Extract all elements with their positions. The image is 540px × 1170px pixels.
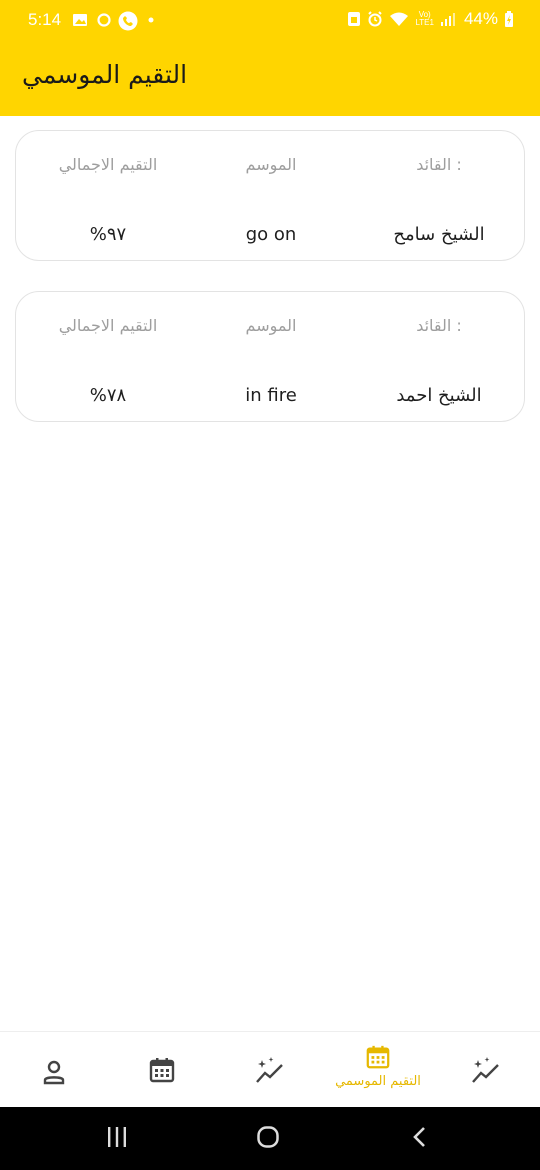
nav-label: التقيم الموسمي [335,1074,421,1089]
sparkles-chart-icon [256,1057,283,1083]
leader-value: الشيخ احمد [396,385,482,406]
evaluation-list: القائد : الموسم التقيم الاجمالي الشيخ سا… [15,130,525,452]
season-value: in fire [245,385,297,406]
nav-item-calendar[interactable] [108,1044,216,1084]
total-value: %٧٨ [89,385,127,406]
season-value: go on [245,224,297,245]
page-title: التقيم الموسمي [22,60,188,89]
sparkles-chart-icon [472,1057,499,1083]
gallery-icon [73,14,87,26]
status-bar: 5:14 Vo) LTE1 44% [0,0,540,44]
sim-icon [348,12,361,26]
back-icon[interactable] [410,1125,430,1149]
leader-value: الشيخ سامح [393,224,485,245]
calendar-icon [149,1058,175,1083]
bottom-navigation: التقيم الموسمي [0,1031,540,1107]
system-navigation-bar [0,1107,540,1170]
nav-item-insights[interactable] [216,1044,324,1086]
battery-charging-icon [505,11,513,27]
leader-label: القائد : [416,316,462,335]
battery-percent: 44% [463,9,498,28]
season-label: الموسم [245,316,297,335]
total-value: %٩٧ [89,224,127,245]
evaluation-card[interactable]: القائد : الموسم التقيم الاجمالي الشيخ اح… [15,291,525,422]
recent-apps-icon[interactable] [106,1125,128,1149]
status-right: Vo) LTE1 44% [347,9,514,29]
profile-icon [43,1060,65,1085]
phone-call-icon [118,11,138,31]
wifi-icon [390,12,409,26]
evaluation-card[interactable]: القائد : الموسم التقيم الاجمالي الشيخ سا… [15,130,525,261]
home-icon[interactable] [256,1125,280,1149]
season-label: الموسم [245,155,297,174]
nav-item-seasonal-evaluation[interactable]: التقيم الموسمي [324,1044,432,1089]
status-time: 5:14 [28,10,62,29]
signal-icon [440,13,455,26]
total-label: التقيم الاجمالي [58,316,158,335]
leader-label: القائد : [416,155,462,174]
app-header: 5:14 Vo) LTE1 44% التقيم الموسمي [0,0,540,116]
notification-dot-icon [148,17,154,23]
sync-icon [97,13,111,27]
calendar-icon [366,1045,390,1069]
total-label: التقيم الاجمالي [58,155,158,174]
nav-item-profile[interactable] [0,1044,108,1086]
alarm-icon [368,11,383,27]
nav-item-insights-2[interactable] [432,1044,540,1086]
network-type: Vo) LTE1 [415,10,434,27]
